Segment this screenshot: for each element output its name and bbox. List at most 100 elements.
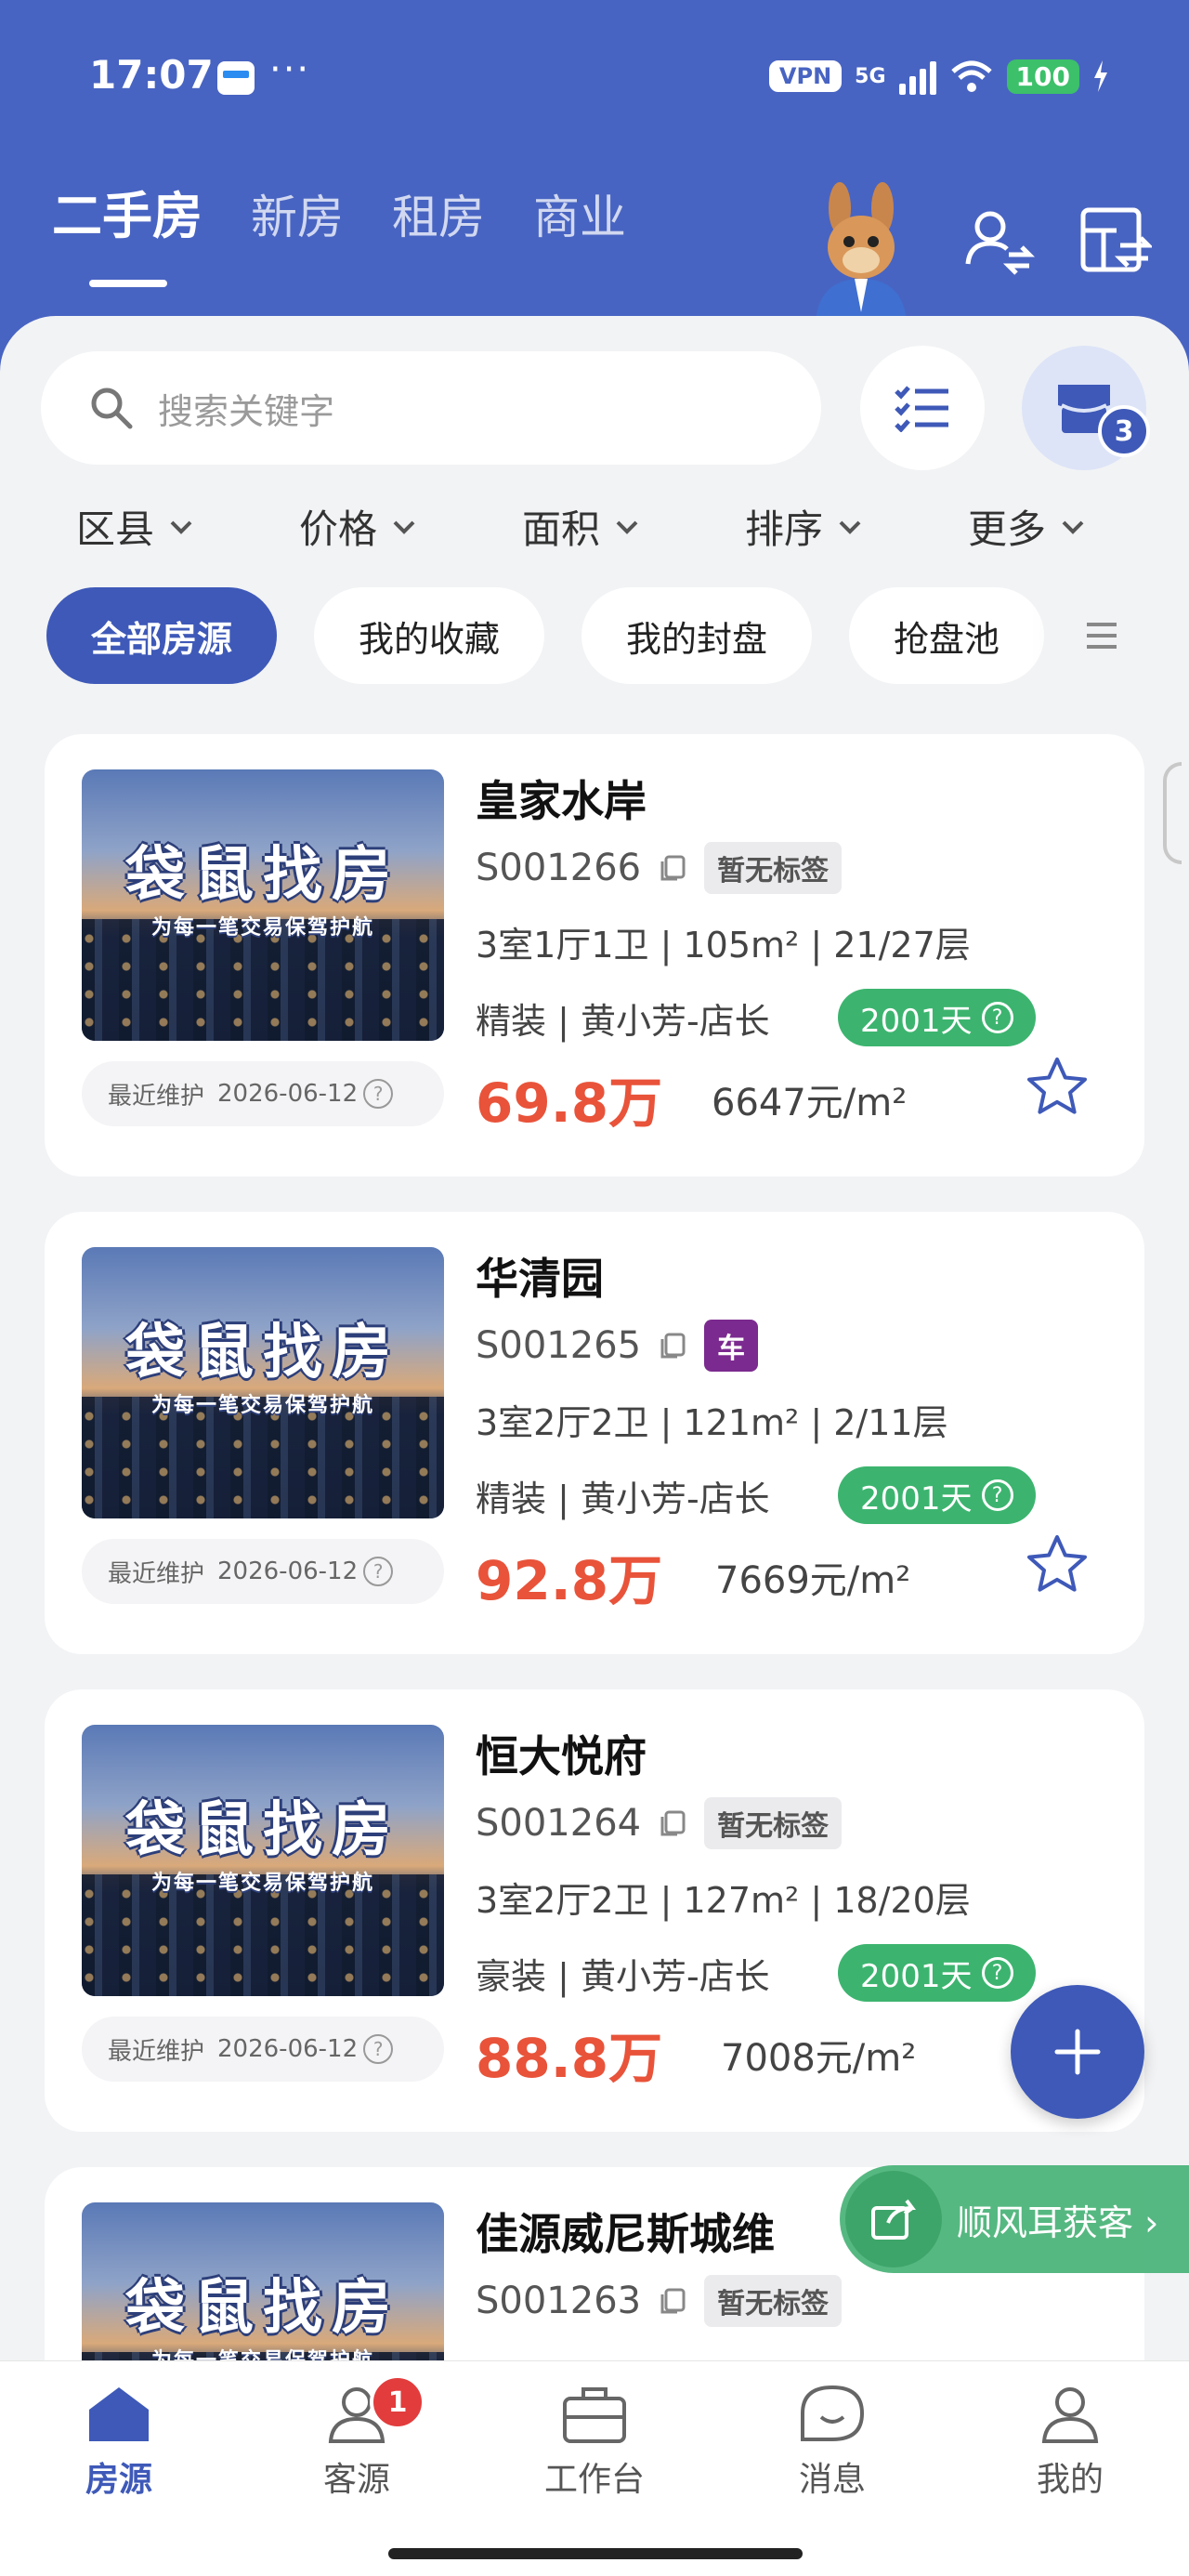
image-brand-title: 袋鼠找房 [125,2274,400,2343]
chevron-down-icon [170,520,192,534]
image-brand-title: 袋鼠找房 [125,841,400,910]
filter-more[interactable]: 更多 [892,498,1115,555]
nav-listings[interactable]: 房源 [26,2382,212,2501]
network-type: 5G [855,64,886,88]
maintenance-info: 最近维护 2026-06-12? [82,1061,444,1126]
search-placeholder: 搜索关键字 [158,390,335,432]
filter-price[interactable]: 价格 [223,498,446,555]
search-icon [91,388,133,429]
wallet-app-icon [217,61,255,95]
filter-sort[interactable]: 排序 [669,498,892,555]
side-drawer-handle[interactable] [1163,762,1182,864]
help-icon: ? [981,1002,1013,1033]
listing-tag: 暂无标签 [704,842,843,894]
maintenance-info: 最近维护 2026-06-12? [82,2017,444,2082]
listing-tag: 车 [704,1320,759,1372]
add-listing-button[interactable] [1011,1985,1144,2119]
search-input[interactable]: 搜索关键字 [41,351,821,465]
tab-commercial[interactable]: 商业 [533,180,626,247]
status-indicators: VPN 5G 100 [768,58,1109,95]
chip-my-favorites[interactable]: 我的收藏 [314,587,545,684]
listing-price: 69.8万 [476,1071,663,1135]
listing-image: 袋鼠找房 为每一笔交易保驾护航 [82,769,444,1041]
bottom-navigation: 房源 客源 1 工作台 消息 我的 [0,2360,1189,2576]
help-icon[interactable]: ? [363,1079,394,1109]
copy-icon[interactable] [658,2286,687,2316]
listing-card[interactable]: 袋鼠找房 为每一笔交易保驾护航 最近维护 2026-06-12? 恒大悦府 S00… [45,1689,1144,2132]
listing-decor-agent: 豪装 | 黄小芳-店长 [476,1956,770,1997]
listing-specs: 3室2厅2卫 | 121m² | 2/11层 [476,1402,948,1443]
star-icon[interactable] [1024,1531,1091,1598]
copy-icon[interactable] [658,1331,687,1360]
filter-label: 排序 [745,506,824,552]
listing-decor-agent: 精装 | 黄小芳-店长 [476,1001,770,1042]
briefcase-icon [563,2387,626,2443]
listing-tag: 暂无标签 [704,1797,843,1849]
menu-icon[interactable] [1083,619,1120,652]
listing-code: S001266 [476,847,642,889]
user-icon [1041,2387,1099,2443]
help-icon[interactable]: ? [363,1557,394,1586]
listing-title: 佳源威尼斯城维 [476,2209,775,2259]
nav-clients-badge: 1 [370,2374,425,2430]
listing-card[interactable]: 袋鼠找房 为每一笔交易保驾护航 最近维护 2026-06-12? 华清园 S001… [45,1212,1144,1654]
store-count-badge: 3 [1098,405,1150,457]
tab-rental[interactable]: 租房 [392,180,485,247]
chevron-down-icon [1062,520,1084,534]
listing-unit-price: 6647元/m² [712,1082,908,1124]
maintenance-info: 最近维护 2026-06-12? [82,1539,444,1604]
help-icon: ? [981,1479,1013,1511]
listing-title: 恒大悦府 [476,1731,647,1781]
help-icon[interactable]: ? [363,2034,394,2064]
listing-title: 皇家水岸 [476,776,647,826]
chip-grab-pool[interactable]: 抢盘池 [849,587,1045,684]
days-on-market-badge[interactable]: 2001天? [838,1944,1036,2002]
days-on-market-badge[interactable]: 2001天? [838,1466,1036,1524]
plus-icon [1054,2029,1101,2075]
image-brand-subtitle: 为每一笔交易保驾护航 [150,1394,374,1417]
help-icon: ? [981,1957,1013,1989]
home-indicator [388,2548,803,2559]
days-on-market-badge[interactable]: 2001天? [838,989,1036,1046]
image-brand-subtitle: 为每一笔交易保驾护航 [150,1872,374,1895]
chevron-down-icon [616,520,638,534]
copy-icon[interactable] [658,853,687,883]
listing-title: 华清园 [476,1254,604,1304]
task-list-button[interactable] [860,346,985,470]
layout-switch-icon[interactable] [1078,203,1152,277]
nav-clients[interactable]: 客源 1 [264,2374,450,2501]
listing-image: 袋鼠找房 为每一笔交易保驾护航 [82,1725,444,1996]
store-button[interactable]: 3 [1022,346,1150,470]
nav-messages[interactable]: 消息 [739,2382,925,2501]
status-more-dots: ··· [269,48,311,91]
share-icon [845,2171,942,2267]
image-brand-subtitle: 为每一笔交易保驾护航 [150,916,374,940]
signal-icon [898,58,936,95]
vpn-indicator: VPN [768,60,843,92]
tab-second-hand[interactable]: 二手房 [52,175,203,287]
battery-indicator: 100 [1006,59,1079,94]
property-type-tabs: 二手房 新房 租房 商业 [52,175,626,287]
listing-price: 92.8万 [476,1549,663,1612]
wifi-icon [950,60,992,92]
nav-workbench[interactable]: 工作台 [502,2382,687,2501]
nav-profile[interactable]: 我的 [977,2382,1163,2501]
promo-banner[interactable]: 顺风耳获客 › [840,2165,1189,2273]
chip-my-sealed[interactable]: 我的封盘 [581,587,813,684]
chevron-down-icon [839,520,861,534]
listing-decor-agent: 精装 | 黄小芳-店长 [476,1479,770,1519]
filter-bar: 区县 价格 面积 排序 更多 [0,498,1189,555]
tab-new-homes[interactable]: 新房 [251,180,344,247]
status-time: 17:07 [89,52,214,98]
filter-area[interactable]: 面积 [446,498,669,555]
filter-district[interactable]: 区县 [0,498,223,555]
listing-code: S001264 [476,1802,642,1845]
chip-all-listings[interactable]: 全部房源 [46,587,278,684]
copy-icon[interactable] [658,1808,687,1838]
star-icon[interactable] [1024,1054,1091,1121]
listing-card[interactable]: 袋鼠找房 为每一笔交易保驾护航 最近维护 2026-06-12? 皇家水岸 S00… [45,734,1144,1176]
checklist-icon [895,386,948,432]
filter-label: 区县 [76,506,155,552]
kangaroo-mascot [816,182,907,322]
switch-user-icon[interactable] [960,203,1035,277]
